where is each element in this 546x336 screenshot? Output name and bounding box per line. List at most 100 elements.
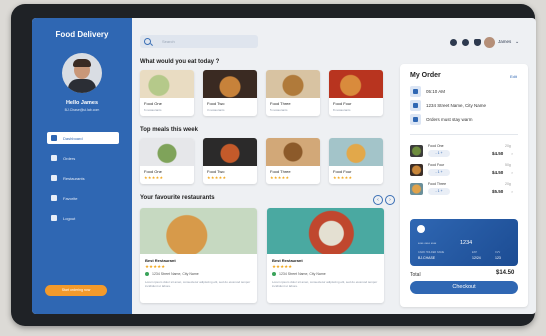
item-weight: 50g <box>505 163 511 167</box>
item-name: Food One <box>428 144 444 148</box>
quantity-stepper[interactable]: - 1 + <box>428 150 450 157</box>
meal-name: Food Four <box>333 169 352 174</box>
sidebar-item-label: Restaurants <box>63 175 85 181</box>
tablet-frame: Food Delivery Hello James BJ.Chase@ui.la… <box>11 4 536 326</box>
user-avatar[interactable] <box>484 37 495 48</box>
list-icon <box>51 155 57 161</box>
order-note: Orders must stay warm <box>426 117 473 122</box>
restaurant-image <box>140 208 257 254</box>
total-amount: $14.50 <box>496 270 515 276</box>
food-name: Food Three <box>270 101 291 106</box>
card-exp-label: EXP <box>472 251 478 254</box>
food-card[interactable]: Food One 6 restaurants <box>140 70 194 116</box>
app-title: Food Delivery <box>55 30 109 39</box>
order-panel: My Order Edit 05:10 AM 1234 Street Name,… <box>400 64 528 307</box>
help-icon[interactable] <box>450 39 457 46</box>
gear-icon[interactable] <box>462 39 469 46</box>
sidebar-item-orders[interactable]: Orders <box>47 152 119 164</box>
food-sub: 6 restaurants <box>144 108 162 112</box>
item-weight: 20g <box>505 144 511 148</box>
item-price: $4.50 <box>492 151 504 156</box>
restaurant-card[interactable]: Best Restaurant ★★★★★ 1234 Street Name, … <box>267 208 384 303</box>
item-price: $5.50 <box>492 189 504 194</box>
food-sub: 8 restaurants <box>333 108 351 112</box>
restaurant-name: Best Restaurant <box>272 258 303 263</box>
search-input[interactable]: Search <box>162 39 175 44</box>
food-name: Food One <box>144 101 162 106</box>
sidebar: Food Delivery Hello James BJ.Chase@ui.la… <box>32 18 132 314</box>
item-thumbnail <box>410 183 423 195</box>
card-masked-number: **** **** **** <box>418 242 437 246</box>
search-bar[interactable]: Search <box>140 35 258 48</box>
note-icon <box>410 114 421 125</box>
user-name[interactable]: James <box>498 39 511 44</box>
sidebar-item-dashboard[interactable]: Dashboard <box>47 132 119 144</box>
meal-card[interactable]: Food Three ★★★★★ <box>266 138 320 184</box>
food-name: Food Two <box>207 101 225 106</box>
total-label: Total <box>410 272 421 278</box>
restaurant-card[interactable]: Best Restaurant ★★★★★ 1234 Street Name, … <box>140 208 257 303</box>
star-rating: ★★★★★ <box>145 264 166 269</box>
sidebar-item-label: Favorite <box>63 195 78 201</box>
location-pin-icon <box>272 272 276 276</box>
meal-image <box>329 138 383 166</box>
quantity-stepper[interactable]: - 1 + <box>428 169 450 176</box>
food-card[interactable]: Food Three 5 restaurants <box>266 70 320 116</box>
restaurant-address: 1234 Street Name, City Name <box>152 272 199 276</box>
sidebar-item-restaurants[interactable]: Restaurants <box>47 172 119 184</box>
restaurant-image <box>267 208 384 254</box>
food-image <box>329 70 383 98</box>
restaurant-address: 1234 Street Name, City Name <box>279 272 326 276</box>
bell-icon[interactable] <box>474 39 481 46</box>
start-ordering-button[interactable]: Start ordering now <box>45 285 107 296</box>
food-image <box>266 70 320 98</box>
clock-icon <box>410 86 421 97</box>
app-screen: Food Delivery Hello James BJ.Chase@ui.la… <box>32 18 536 314</box>
meal-card[interactable]: Food Four ★★★★★ <box>329 138 383 184</box>
avatar-body <box>68 79 96 93</box>
sidebar-item-label: Orders <box>63 155 76 161</box>
prev-arrow-icon[interactable]: ‹ <box>373 195 383 205</box>
profile-avatar[interactable] <box>62 53 102 93</box>
search-icon <box>144 38 151 45</box>
food-image <box>203 70 257 98</box>
remove-icon[interactable]: × <box>511 151 513 156</box>
card-cvv-label: CVV <box>495 251 501 254</box>
food-card[interactable]: Food Two 3 restaurants <box>203 70 257 116</box>
star-rating: ★★★★★ <box>272 264 293 269</box>
item-thumbnail <box>410 145 423 157</box>
sidebar-item-favorite[interactable]: Favorite <box>47 192 119 204</box>
order-time: 05:10 AM <box>426 89 446 94</box>
remove-icon[interactable]: × <box>511 189 513 194</box>
chevron-down-icon[interactable]: ⌄ <box>515 39 519 45</box>
order-item: Food Four 50g - 1 + $4.50 × <box>410 162 518 178</box>
food-name: Food Four <box>333 101 352 106</box>
card-number: 1234 <box>460 240 473 246</box>
item-thumbnail <box>410 164 423 176</box>
item-weight: 20g <box>505 182 511 186</box>
food-image <box>140 70 194 98</box>
avatar-hair <box>73 59 91 67</box>
food-sub: 5 restaurants <box>270 108 288 112</box>
card-exp-value: 12/24 <box>472 256 481 260</box>
meal-card[interactable]: Food Two ★★★★★ <box>203 138 257 184</box>
edit-order-link[interactable]: Edit <box>510 74 517 79</box>
location-icon <box>410 100 421 111</box>
remove-icon[interactable]: × <box>511 170 513 175</box>
sidebar-item-logout[interactable]: Logout <box>47 212 119 224</box>
checkout-button[interactable]: Checkout <box>410 281 518 294</box>
order-title: My Order <box>410 72 441 79</box>
restaurant-description: Lorem ipsum dolor sit amet, consectetur … <box>272 280 378 288</box>
food-sub: 3 restaurants <box>207 108 225 112</box>
meal-name: Food Three <box>270 169 291 174</box>
grid-icon <box>51 135 57 141</box>
meal-name: Food Two <box>207 169 225 174</box>
profile-email: BJ.Chase@ui.lab.com <box>64 108 100 112</box>
meal-card[interactable]: Food One ★★★★★ <box>140 138 194 184</box>
item-price: $4.50 <box>492 170 504 175</box>
card-holder-label: CARD HOLDER NAME <box>418 251 445 254</box>
next-arrow-icon[interactable]: › <box>385 195 395 205</box>
quantity-stepper[interactable]: - 1 + <box>428 188 450 195</box>
food-card[interactable]: Food Four 8 restaurants <box>329 70 383 116</box>
credit-card[interactable]: **** **** **** 1234 CARD HOLDER NAME BJ.… <box>410 219 518 266</box>
